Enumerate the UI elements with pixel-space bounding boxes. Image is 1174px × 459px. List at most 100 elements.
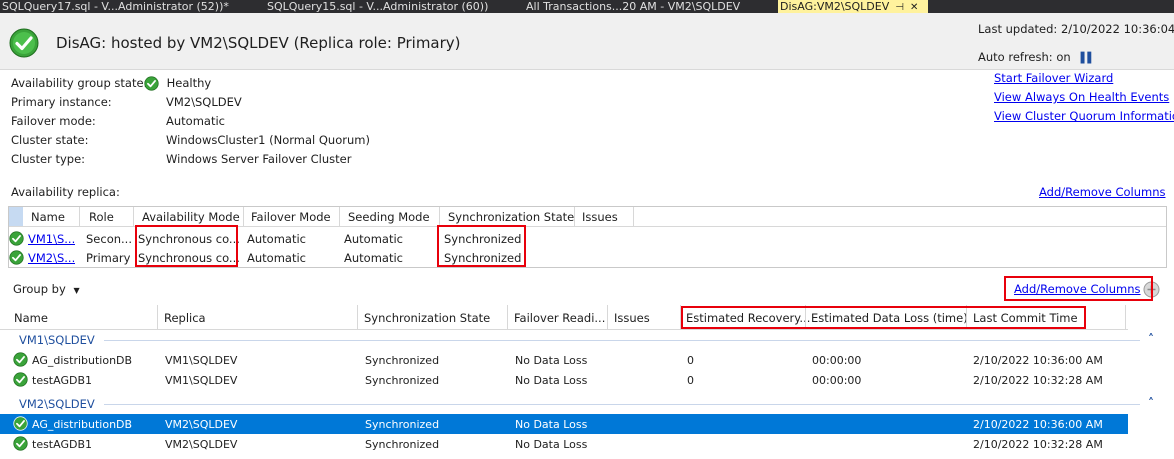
column-header-last-commit-time[interactable]: Last Commit Time [973,311,1078,325]
check-icon [9,231,24,246]
column-header-role[interactable]: Role [89,210,114,224]
property-label: Failover mode: [11,114,96,128]
tab-label: DisAG:VM2\SQLDEV [780,0,890,13]
database-last-commit: 2/10/2022 10:36:00 AM [973,354,1103,367]
replica-availability-mode: Synchronous co... [138,232,240,246]
group-divider [104,404,1140,405]
check-icon [13,372,28,387]
column-header-failover-mode[interactable]: Failover Mode [251,210,331,224]
chevron-down-icon: ▼ [73,286,80,295]
group-header[interactable]: VM2\SQLDEV ˄ [0,396,1160,412]
chevron-up-icon[interactable]: ˄ [1148,332,1154,346]
column-header-issues[interactable]: Issues [582,210,618,224]
database-sync-state: Synchronized [365,374,440,387]
view-quorum-info-link[interactable]: View Cluster Quorum Information [994,109,1174,128]
chevron-up-icon[interactable]: ˄ [1148,396,1154,410]
table-row[interactable]: VM2\S... Primary Synchronous co... Autom… [9,248,1166,267]
replica-name-link[interactable]: VM1\S... [28,232,75,246]
database-failover-readiness: No Data Loss [515,354,588,367]
auto-refresh-label: Auto refresh: on [978,50,1071,64]
pause-icon[interactable]: ▌▌ [1081,53,1095,64]
replica-add-remove-columns-link[interactable]: Add/Remove Columns [1039,185,1166,199]
column-header-estimated-data-loss[interactable]: Estimated Data Loss (time) [811,311,968,325]
group-header[interactable]: VM1\SQLDEV ˄ [0,332,1160,348]
property-label: Cluster state: [11,133,89,147]
start-failover-wizard-link[interactable]: Start Failover Wizard [994,71,1174,90]
database-replica: VM2\SQLDEV [165,418,238,431]
column-header-seeding-mode[interactable]: Seeding Mode [348,210,430,224]
replica-seeding-mode: Automatic [344,251,403,265]
replica-sync-state: Synchronized [444,232,522,246]
check-icon [13,416,28,431]
replica-name-link[interactable]: VM2\S... [28,251,75,265]
check-icon [13,436,28,451]
check-icon [144,76,159,91]
dashboard-header: DisAG: hosted by VM2\SQLDEV (Replica rol… [0,13,1174,70]
action-links: Start Failover Wizard View Always On Hea… [994,71,1174,128]
database-estimated-recovery: 0 [687,354,694,367]
replica-role: Secon... [86,232,132,246]
column-options-icon[interactable] [1143,281,1160,298]
property-label: Cluster type: [11,152,86,166]
replica-failover-mode: Automatic [247,251,306,265]
database-last-commit: 2/10/2022 10:32:28 AM [973,374,1103,387]
table-row[interactable]: testAGDB1 VM2\SQLDEV Synchronized No Dat… [0,434,1128,454]
replica-grid-header: Name Role Availability Mode Failover Mod… [9,207,1166,227]
check-icon [9,250,24,265]
database-add-remove-columns-link[interactable]: Add/Remove Columns [1014,282,1141,296]
database-sync-state: Synchronized [365,438,440,451]
group-by-dropdown[interactable]: Group by ▼ [13,282,80,296]
group-by-label: Group by [13,282,66,296]
auto-refresh-status: Auto refresh: on ▌▌ [978,50,1095,64]
database-name: testAGDB1 [32,438,92,451]
table-row[interactable]: VM1\S... Secon... Synchronous co... Auto… [9,229,1166,248]
database-estimated-recovery: 0 [687,374,694,387]
column-header-estimated-recovery[interactable]: Estimated Recovery... [686,311,810,325]
database-failover-readiness: No Data Loss [515,374,588,387]
replica-availability-mode: Synchronous co... [138,251,240,265]
column-header-issues[interactable]: Issues [614,311,650,325]
column-header-sync-state[interactable]: Synchronization State [448,210,574,224]
replica-seeding-mode: Automatic [344,232,403,246]
replica-grid: Name Role Availability Mode Failover Mod… [8,206,1167,268]
tab-disag-dashboard[interactable]: DisAG:VM2\SQLDEV ⊣ ✕ [778,0,928,13]
table-row[interactable]: testAGDB1 VM1\SQLDEV Synchronized No Dat… [0,370,1128,390]
database-last-commit: 2/10/2022 10:36:00 AM [973,418,1103,431]
property-value: WindowsCluster1 (Normal Quorum) [166,133,370,147]
pin-icon[interactable]: ⊣ [895,1,904,13]
column-header-replica[interactable]: Replica [164,311,206,325]
page-title: DisAG: hosted by VM2\SQLDEV (Replica rol… [56,34,461,52]
column-header-failover-readiness[interactable]: Failover Readi... [514,311,605,325]
tab-all-transactions[interactable]: All Transactions...20 AM - VM2\SQLDEV [524,0,774,13]
table-row-selected[interactable]: AG_distributionDB VM2\SQLDEV Synchronize… [0,414,1128,434]
property-label: Primary instance: [11,95,112,109]
property-label: Availability group state: [11,76,148,90]
column-header-name[interactable]: Name [31,210,65,224]
grid-corner [9,207,23,226]
property-value: Automatic [166,114,225,128]
database-replica: VM1\SQLDEV [165,354,238,367]
database-replica: VM2\SQLDEV [165,438,238,451]
document-tab-strip: SQLQuery17.sql - V...Administrator (52))… [0,0,1174,13]
tab-sqlquery15[interactable]: SQLQuery15.sql - V...Administrator (60)) [265,0,515,13]
column-header-sync-state[interactable]: Synchronization State [364,311,490,325]
replica-sync-state: Synchronized [444,251,522,265]
view-health-events-link[interactable]: View Always On Health Events [994,90,1174,109]
group-name: VM2\SQLDEV [19,397,95,411]
database-estimated-data-loss: 00:00:00 [812,354,862,367]
check-icon [13,352,28,367]
column-header-availability-mode[interactable]: Availability Mode [142,210,240,224]
database-failover-readiness: No Data Loss [515,418,588,431]
close-icon[interactable]: ✕ [910,1,918,13]
property-value: VM2\SQLDEV [166,95,242,109]
tab-sqlquery17[interactable]: SQLQuery17.sql - V...Administrator (52))… [0,0,250,13]
database-grid-header: Name Replica Synchronization State Failo… [0,305,1128,330]
last-updated-text: Last updated: 2/10/2022 10:36:04 AM [978,22,1174,36]
table-row[interactable]: AG_distributionDB VM1\SQLDEV Synchronize… [0,350,1128,370]
database-sync-state: Synchronized [365,418,440,431]
database-name: testAGDB1 [32,374,92,387]
database-name: AG_distributionDB [32,418,133,431]
replica-failover-mode: Automatic [247,232,306,246]
property-value: Healthy [144,76,211,91]
column-header-name[interactable]: Name [14,311,48,325]
